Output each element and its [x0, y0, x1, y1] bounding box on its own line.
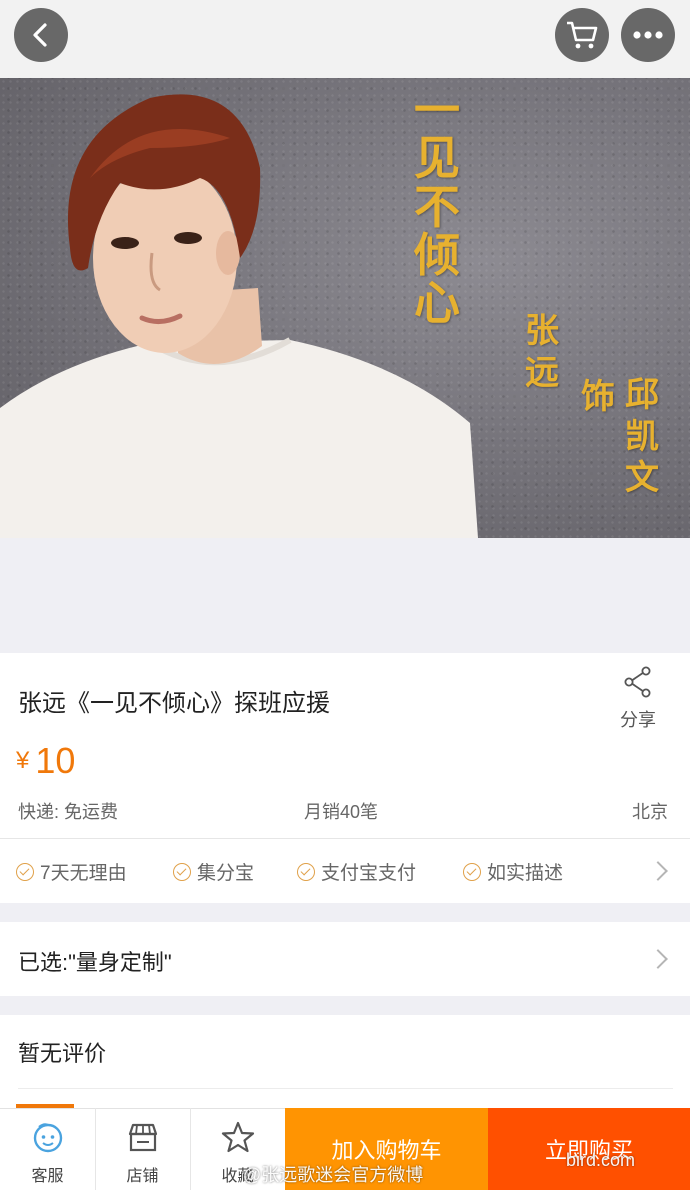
star-icon: [221, 1121, 255, 1153]
store-icon: [128, 1123, 158, 1152]
check-circle-icon: [297, 862, 315, 881]
store-label: 店铺: [126, 1168, 159, 1185]
poster-credit-plays: 饰: [576, 377, 620, 417]
image-padding: [0, 538, 690, 653]
check-circle-icon: [173, 862, 191, 881]
poster-credit-char: 凯: [625, 416, 659, 457]
poster-title: 一 见 不 倾 心: [410, 83, 464, 331]
poster-char: 心: [414, 276, 460, 331]
share-icon: [624, 666, 651, 698]
guarantee-label: 集分宝: [197, 863, 255, 884]
divider: [0, 838, 690, 839]
guarantee-label: 支付宝支付: [321, 863, 417, 884]
guarantee-label: 如实描述: [487, 863, 564, 884]
divider: [18, 1088, 673, 1089]
watermark-site: bird.com: [566, 1150, 636, 1170]
price: ¥10: [16, 740, 75, 782]
chevron-left-icon: [33, 23, 47, 47]
guarantee-item[interactable]: 集分宝: [173, 858, 254, 885]
back-button[interactable]: [14, 8, 68, 62]
product-title: 张远《一见不倾心》探班应援: [18, 690, 330, 717]
guarantee-item[interactable]: 7天无理由: [16, 858, 127, 885]
poster-char: 倾: [414, 227, 460, 282]
shopping-cart-icon: [567, 21, 598, 49]
poster-credit-role: 邱 凯 文: [620, 375, 664, 499]
guarantee-item[interactable]: 支付宝支付: [297, 858, 416, 885]
reviews-title: 暂无评价: [18, 1041, 107, 1066]
selected-option-text[interactable]: 已选:"量身定制": [18, 945, 172, 977]
customer-service-icon: [33, 1123, 63, 1153]
location: 北京: [632, 802, 668, 822]
poster-credit-char: 文: [625, 458, 659, 499]
more-button[interactable]: [621, 8, 675, 62]
guarantee-label: 7天无理由: [40, 863, 127, 884]
more-dots-icon: [633, 31, 663, 39]
poster-char: 一: [414, 83, 460, 137]
monthly-sales: 月销40笔: [304, 802, 379, 822]
poster-credit-char: 远: [525, 352, 559, 393]
poster-char: 见: [414, 131, 460, 186]
currency-symbol: ¥: [16, 747, 30, 774]
poster-credit-char: 邱: [625, 375, 659, 415]
poster-char: 不: [414, 179, 460, 234]
share-label[interactable]: 分享: [610, 706, 666, 732]
poster-credit-actor: 张 远: [520, 311, 564, 393]
poster-credit-char: 饰: [581, 377, 615, 417]
customer-service-label: 客服: [31, 1168, 64, 1185]
portrait-illustration: [0, 94, 478, 538]
price-value: 10: [35, 740, 76, 781]
buy-now-button[interactable]: 立即购买: [488, 1108, 690, 1190]
check-circle-icon: [463, 862, 481, 881]
customer-service-button[interactable]: 客服: [0, 1108, 95, 1190]
check-circle-icon: [16, 862, 34, 881]
store-button[interactable]: 店铺: [95, 1108, 190, 1190]
watermark-text: @张远歌迷会官方微博: [243, 1165, 424, 1185]
guarantee-item[interactable]: 如实描述: [463, 858, 563, 885]
cart-button[interactable]: [555, 8, 609, 62]
shipping-info: 快递: 免运费: [18, 802, 119, 822]
product-image[interactable]: 一 见 不 倾 心 张 远 饰 邱 凯 文: [0, 78, 690, 538]
poster-credit-char: 张: [525, 311, 559, 351]
